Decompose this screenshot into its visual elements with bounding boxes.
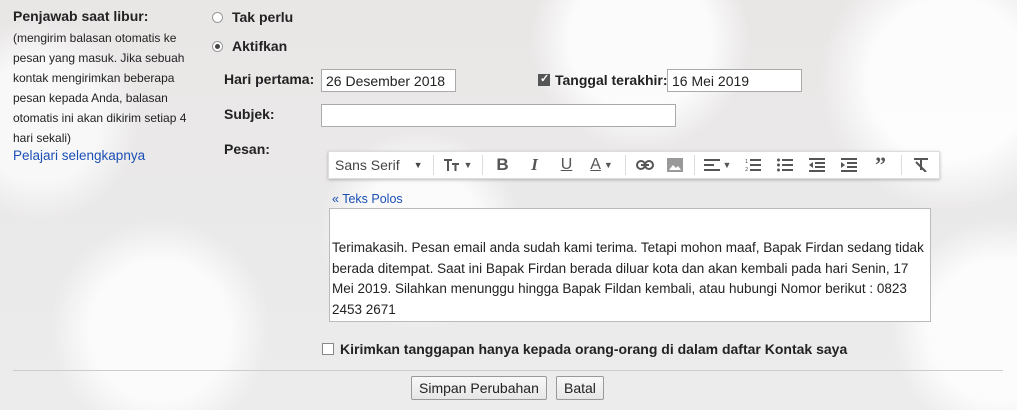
radio-off-button[interactable] (212, 11, 223, 23)
numbered-list-icon[interactable]: 12 (737, 151, 769, 179)
svg-text:2: 2 (745, 167, 748, 172)
divider (13, 370, 1003, 371)
first-day-label: Hari pertama: (224, 71, 315, 87)
chevron-down-icon: ▼ (413, 160, 423, 170)
last-day-label: Tanggal terakhir: (555, 72, 668, 88)
bold-icon[interactable]: B (487, 151, 519, 179)
message-editor[interactable]: Terimakasih. Pesan email anda sudah kami… (329, 208, 931, 322)
first-day-input[interactable] (321, 69, 456, 92)
radio-off-label: Tak perlu (232, 9, 294, 25)
text-color-icon[interactable]: A ▼ (583, 151, 621, 179)
last-day-toggle[interactable]: Tanggal terakhir: (538, 72, 668, 88)
indent-less-icon[interactable] (801, 151, 833, 179)
toolbar-divider (900, 155, 902, 175)
quote-icon[interactable]: ” (865, 151, 897, 179)
save-changes-button[interactable]: Simpan Perubahan (411, 376, 547, 400)
bulleted-list-icon[interactable] (769, 151, 801, 179)
radio-on-button[interactable] (212, 40, 223, 52)
learn-more-link[interactable]: Pelajari selengkapnya (13, 148, 145, 163)
font-family-select[interactable]: Sans Serif ▼ (329, 151, 429, 179)
subject-input[interactable] (321, 104, 676, 127)
toolbar-divider (624, 155, 626, 175)
remove-formatting-icon[interactable] (906, 151, 936, 179)
toolbar-divider (481, 155, 483, 175)
cancel-button[interactable]: Batal (556, 376, 604, 400)
subject-label: Subjek: (224, 106, 275, 122)
contacts-only-toggle[interactable]: Kirimkan tanggapan hanya kepada orang-or… (322, 341, 847, 357)
toolbar-divider (693, 155, 695, 175)
contacts-only-checkbox[interactable] (322, 343, 334, 355)
radio-option-off[interactable]: Tak perlu (212, 9, 293, 25)
indent-more-icon[interactable] (833, 151, 865, 179)
font-family-value: Sans Serif (335, 157, 400, 173)
font-size-icon[interactable]: ▼ (438, 151, 478, 179)
underline-icon[interactable]: U (551, 151, 583, 179)
plain-text-link[interactable]: « Teks Polos (332, 192, 403, 206)
last-day-input[interactable] (667, 69, 802, 92)
radio-on-label: Aktifkan (232, 38, 288, 54)
last-day-checkbox[interactable] (538, 72, 550, 86)
radio-option-on[interactable]: Aktifkan (212, 38, 287, 54)
link-icon[interactable] (630, 151, 660, 179)
align-icon[interactable]: ▼ (699, 151, 737, 179)
image-icon[interactable] (660, 151, 690, 179)
vacation-responder-description: (mengirim balasan otomatis ke pesan yang… (13, 31, 187, 145)
toolbar-divider (432, 155, 434, 175)
formatting-toolbar: Sans Serif ▼ ▼ B I U A ▼ ▼ 12 ” (328, 151, 940, 179)
svg-text:1: 1 (745, 159, 748, 165)
vacation-responder-title: Penjawab saat libur: (13, 8, 149, 24)
italic-icon[interactable]: I (519, 151, 551, 179)
contacts-only-label: Kirimkan tanggapan hanya kepada orang-or… (340, 341, 848, 357)
message-label: Pesan: (224, 141, 270, 157)
